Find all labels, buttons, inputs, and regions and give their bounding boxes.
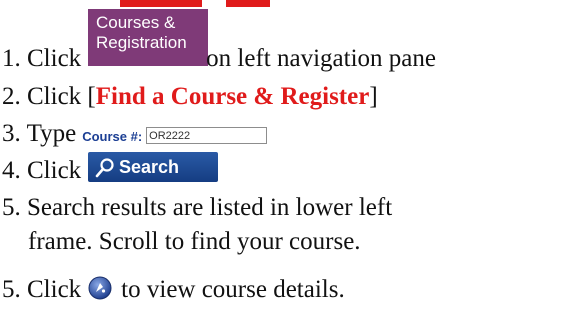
step-5: 5. Search results are listed in lower le… <box>2 195 392 220</box>
magnifier-icon <box>95 158 114 178</box>
step-2: 2. Click [Find a Course & Register] <box>2 84 378 109</box>
step-5-continued: frame. Scroll to find your course. <box>28 229 361 254</box>
step-number: 3. <box>2 120 21 147</box>
search-button-label: Search <box>119 157 180 177</box>
search-button[interactable]: Search <box>88 152 218 182</box>
find-course-link[interactable]: Find a Course & Register <box>96 83 370 110</box>
step-text: Click <box>27 45 82 72</box>
step-6: 5. Click to view course details. <box>2 277 345 302</box>
header-fragment-right <box>226 0 270 7</box>
step-number: 5. <box>2 194 21 221</box>
step-text: Click <box>27 276 82 303</box>
course-number-input[interactable]: OR2222 <box>146 127 268 144</box>
step-text: ] <box>369 83 378 110</box>
step-text: Click [ <box>27 83 96 110</box>
step-number: 4. <box>2 157 21 184</box>
step-text: to view course details. <box>121 276 345 303</box>
step-text: frame. Scroll to find your course. <box>28 228 361 255</box>
step-number: 1. <box>2 45 21 72</box>
courses-button-line1: Courses & <box>96 13 176 32</box>
step-number: 2. <box>2 83 21 110</box>
step-number: 5. <box>2 276 21 303</box>
step-4: 4. Click <box>2 158 81 183</box>
course-number-label: Course #: <box>82 129 143 144</box>
step-text: Search results are listed in lower left <box>27 194 393 221</box>
info-circle-icon[interactable] <box>88 276 112 300</box>
step-1: 1. Click on left navigation pane <box>2 46 436 71</box>
step-3: 3. Type Course #: OR2222 <box>2 120 268 147</box>
step-text: Click <box>27 157 82 184</box>
step-text: on left navigation pane <box>206 45 436 72</box>
step-text: Type <box>26 120 77 147</box>
header-fragment-left <box>120 0 202 7</box>
